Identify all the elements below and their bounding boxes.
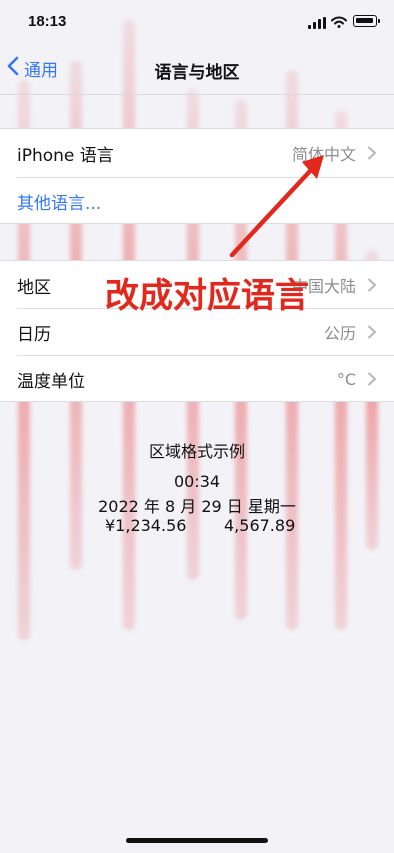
page-title: 语言与地区 bbox=[154, 63, 240, 83]
chevron-right-icon bbox=[368, 146, 376, 160]
iphone-language-label: iPhone 语言 bbox=[17, 145, 114, 166]
example-number: 4,567.89 bbox=[224, 516, 296, 535]
example-time: 00:34 bbox=[173, 472, 221, 491]
calendar-label: 日历 bbox=[17, 324, 51, 345]
calendar-row[interactable]: 日历 公历 bbox=[0, 308, 394, 356]
temperature-unit-row[interactable]: 温度单位 °C bbox=[0, 355, 394, 403]
cellular-signal-icon bbox=[308, 17, 326, 29]
temperature-unit-value: °C bbox=[336, 369, 356, 389]
battery-fill bbox=[356, 18, 373, 23]
battery-icon bbox=[353, 15, 380, 27]
example-currency: ¥1,234.56 bbox=[105, 516, 187, 535]
example-date: 2022 年 8 月 29 日 星期一 bbox=[98, 497, 296, 516]
region-value: 中国大陆 bbox=[291, 277, 356, 296]
home-indicator bbox=[126, 838, 268, 843]
chevron-right-icon bbox=[368, 278, 376, 292]
chevron-right-icon bbox=[368, 372, 376, 386]
example-title: 区域格式示例 bbox=[148, 442, 245, 461]
chevron-right-icon bbox=[368, 325, 376, 339]
navigation-bar: 通用 语言与地区 bbox=[0, 46, 394, 95]
region-row[interactable]: 地区 中国大陆 bbox=[0, 261, 394, 309]
other-languages-row[interactable]: 其他语言... bbox=[0, 177, 394, 225]
iphone-language-value: 简体中文 bbox=[291, 145, 356, 164]
regional-settings-group: 地区 中国大陆 日历 公历 温度单位 °C bbox=[0, 260, 394, 402]
calendar-value: 公历 bbox=[323, 324, 356, 343]
temperature-unit-label: 温度单位 bbox=[17, 371, 85, 392]
status-bar: 18:13 bbox=[0, 0, 394, 46]
other-languages-link: 其他语言... bbox=[17, 193, 102, 214]
region-label: 地区 bbox=[17, 277, 51, 298]
language-group: iPhone 语言 简体中文 其他语言... bbox=[0, 128, 394, 224]
wifi-icon bbox=[331, 14, 347, 28]
status-time: 18:13 bbox=[28, 13, 67, 30]
screen: 18:13 通用 语言与地区 iPhone 语言 简体中文 其他语言... 地区… bbox=[0, 0, 394, 853]
iphone-language-row[interactable]: iPhone 语言 简体中文 bbox=[0, 129, 394, 177]
